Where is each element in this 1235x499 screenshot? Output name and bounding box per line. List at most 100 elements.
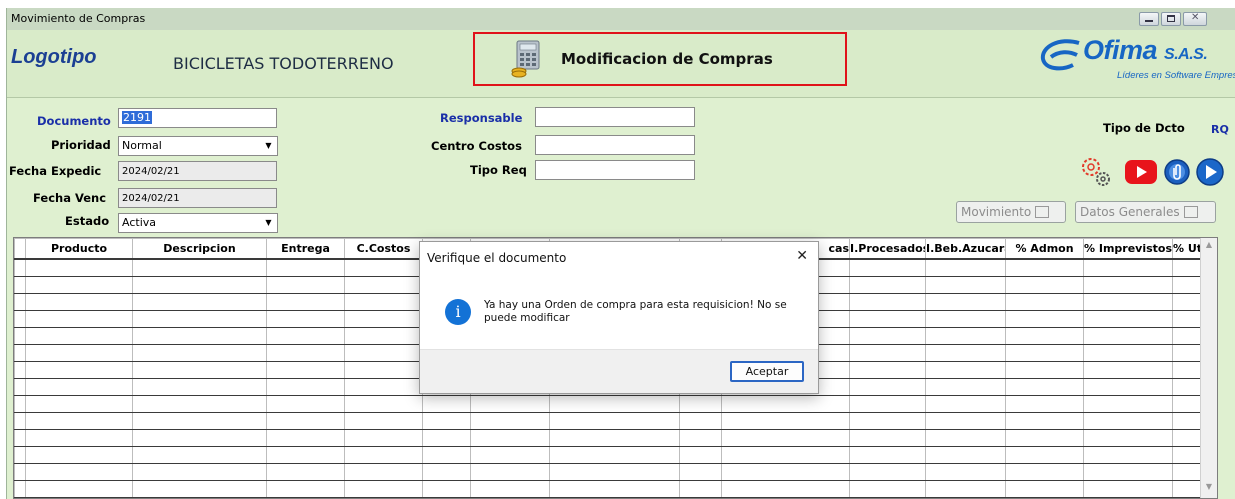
grid-cell[interactable] <box>132 310 267 328</box>
grid-cell[interactable] <box>721 412 850 430</box>
grid-cell[interactable] <box>266 258 345 277</box>
grid-cell[interactable] <box>849 327 926 345</box>
grid-cell[interactable] <box>14 378 26 396</box>
grid-cell[interactable] <box>1005 310 1084 328</box>
grid-cell[interactable] <box>679 395 722 413</box>
grid-cell[interactable] <box>679 463 722 481</box>
grid-cell[interactable] <box>344 361 423 379</box>
table-row[interactable] <box>14 412 1203 430</box>
grid-cell[interactable] <box>549 446 680 464</box>
grid-cell[interactable] <box>1172 258 1203 277</box>
grid-cell[interactable] <box>925 258 1006 277</box>
grid-cell[interactable] <box>849 395 926 413</box>
grid-cell[interactable] <box>925 276 1006 294</box>
grid-cell[interactable] <box>925 429 1006 447</box>
grid-cell[interactable] <box>132 344 267 362</box>
table-row[interactable] <box>14 429 1203 447</box>
movimiento-button[interactable]: Movimiento <box>956 201 1066 223</box>
scroll-down-icon[interactable]: ▼ <box>1203 482 1215 496</box>
grid-cell[interactable] <box>679 446 722 464</box>
grid-cell[interactable] <box>25 412 133 430</box>
grid-cell[interactable] <box>344 310 423 328</box>
grid-cell[interactable] <box>925 412 1006 430</box>
grid-cell[interactable] <box>925 378 1006 396</box>
dialog-close-icon[interactable]: ✕ <box>796 248 808 264</box>
column-header[interactable]: I.Procesados <box>849 238 926 260</box>
grid-cell[interactable] <box>266 327 345 345</box>
grid-cell[interactable] <box>25 276 133 294</box>
grid-cell[interactable] <box>549 395 680 413</box>
grid-cell[interactable] <box>266 293 345 311</box>
grid-cell[interactable] <box>14 258 26 277</box>
grid-cell[interactable] <box>132 327 267 345</box>
grid-cell[interactable] <box>849 463 926 481</box>
grid-cell[interactable] <box>1005 276 1084 294</box>
grid-cell[interactable] <box>925 395 1006 413</box>
grid-cell[interactable] <box>549 463 680 481</box>
grid-cell[interactable] <box>266 395 345 413</box>
grid-cell[interactable] <box>1083 480 1173 498</box>
aceptar-button[interactable]: Aceptar <box>730 361 804 382</box>
grid-cell[interactable] <box>721 480 850 498</box>
table-row[interactable] <box>14 395 1203 413</box>
grid-cell[interactable] <box>470 480 550 498</box>
grid-cell[interactable] <box>679 412 722 430</box>
grid-cell[interactable] <box>470 463 550 481</box>
centro-costos-field[interactable] <box>535 135 695 155</box>
grid-cell[interactable] <box>25 310 133 328</box>
grid-cell[interactable] <box>1172 327 1203 345</box>
grid-cell[interactable] <box>25 327 133 345</box>
grid-cell[interactable] <box>1083 276 1173 294</box>
grid-cell[interactable] <box>266 480 345 498</box>
grid-cell[interactable] <box>132 378 267 396</box>
grid-cell[interactable] <box>344 378 423 396</box>
column-header[interactable]: % Imprevistos <box>1083 238 1173 260</box>
grid-cell[interactable] <box>132 480 267 498</box>
grid-cell[interactable] <box>14 327 26 345</box>
grid-cell[interactable] <box>344 429 423 447</box>
grid-cell[interactable] <box>1172 378 1203 396</box>
grid-cell[interactable] <box>849 310 926 328</box>
prioridad-select[interactable]: Normal <box>118 136 278 156</box>
grid-cell[interactable] <box>25 344 133 362</box>
grid-cell[interactable] <box>344 463 423 481</box>
grid-cell[interactable] <box>1005 480 1084 498</box>
grid-cell[interactable] <box>721 446 850 464</box>
grid-cell[interactable] <box>1005 361 1084 379</box>
grid-cell[interactable] <box>266 412 345 430</box>
grid-cell[interactable] <box>25 293 133 311</box>
grid-cell[interactable] <box>925 463 1006 481</box>
grid-cell[interactable] <box>14 310 26 328</box>
table-row[interactable] <box>14 463 1203 481</box>
gears-icon[interactable] <box>1079 155 1113 189</box>
grid-cell[interactable] <box>132 361 267 379</box>
grid-cell[interactable] <box>849 429 926 447</box>
grid-cell[interactable] <box>679 480 722 498</box>
attachment-icon[interactable] <box>1163 158 1191 186</box>
grid-cell[interactable] <box>132 463 267 481</box>
grid-cell[interactable] <box>132 412 267 430</box>
grid-cell[interactable] <box>132 429 267 447</box>
grid-cell[interactable] <box>14 429 26 447</box>
column-header[interactable]: % Utilid <box>1172 238 1203 260</box>
grid-cell[interactable] <box>422 446 471 464</box>
grid-cell[interactable] <box>1172 276 1203 294</box>
grid-cell[interactable] <box>1005 293 1084 311</box>
grid-cell[interactable] <box>132 395 267 413</box>
grid-cell[interactable] <box>1172 310 1203 328</box>
grid-cell[interactable] <box>1083 429 1173 447</box>
tipo-req-field[interactable] <box>535 160 695 180</box>
grid-cell[interactable] <box>1005 327 1084 345</box>
grid-cell[interactable] <box>1172 429 1203 447</box>
grid-cell[interactable] <box>1083 258 1173 277</box>
grid-cell[interactable] <box>925 293 1006 311</box>
grid-cell[interactable] <box>25 429 133 447</box>
grid-cell[interactable] <box>25 446 133 464</box>
grid-cell[interactable] <box>1083 310 1173 328</box>
fecha-expedic-field[interactable]: 2024/02/21 <box>118 161 277 181</box>
grid-cell[interactable] <box>470 395 550 413</box>
grid-cell[interactable] <box>344 258 423 277</box>
grid-cell[interactable] <box>344 395 423 413</box>
maximize-button[interactable] <box>1161 12 1181 26</box>
grid-cell[interactable] <box>1172 293 1203 311</box>
